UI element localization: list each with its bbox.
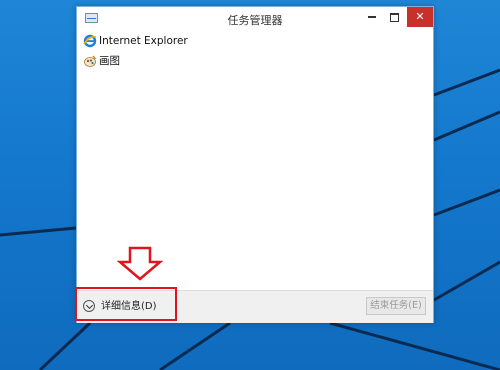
list-item-label: Internet Explorer <box>99 35 188 47</box>
down-arrow-annotation-icon <box>116 246 164 281</box>
maximize-icon <box>389 12 399 22</box>
paint-icon <box>84 55 97 67</box>
maximize-button[interactable] <box>383 7 405 27</box>
close-button[interactable]: ✕ <box>407 7 433 27</box>
list-item[interactable]: 画图 <box>81 53 429 73</box>
ie-icon <box>83 34 97 48</box>
minimize-button[interactable] <box>361 7 383 27</box>
minimize-icon <box>368 16 376 18</box>
app-list: Internet Explorer 画图 <box>81 33 429 73</box>
end-task-button[interactable]: 结束任务(E) <box>366 297 426 315</box>
annotation-highlight-box <box>75 287 177 321</box>
title-bar[interactable]: 任务管理器 ✕ <box>77 7 433 31</box>
list-item-label: 画图 <box>99 55 120 67</box>
list-item[interactable]: Internet Explorer <box>81 33 429 53</box>
